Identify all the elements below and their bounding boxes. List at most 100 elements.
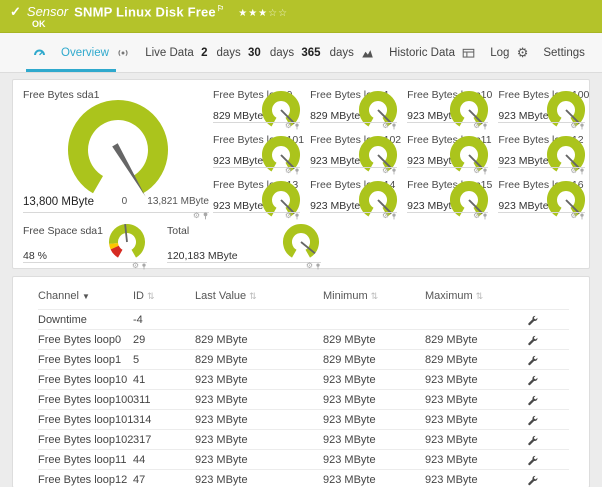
prtg-sensor-page: ✓ Sensor SNMP Linux Disk Free⚐ ★★★☆☆ OK … xyxy=(0,0,602,487)
gauge-tile[interactable]: Free Bytes loop12 923 MByte ⚙ xyxy=(498,131,589,175)
main-gauge-tile[interactable]: Free Bytes sda1 13,800 MByte 0 13,821 MB… xyxy=(23,86,213,220)
gauge-settings-icon[interactable]: ⚙ xyxy=(382,167,389,175)
wrench-icon[interactable] xyxy=(527,475,538,486)
channel-edit-cell[interactable] xyxy=(527,329,569,350)
channel-edit-cell[interactable] xyxy=(527,349,569,370)
column-header-channel[interactable]: Channel ▼ xyxy=(38,285,133,310)
gauge-tile[interactable]: Free Bytes loop0 829 MByte ⚙ xyxy=(213,86,304,130)
gauge-tile[interactable]: Free Bytes loop15 923 MByte ⚙ xyxy=(407,176,492,220)
gauge-settings-icon[interactable]: ⚙ xyxy=(382,122,389,130)
gauge-title: Free Bytes sda1 xyxy=(23,89,100,101)
gauge-pin-icon[interactable] xyxy=(141,262,147,270)
gauge-pin-icon[interactable] xyxy=(579,212,585,220)
gauge-pin-icon[interactable] xyxy=(315,262,321,270)
tab-365-days[interactable]: 365 days xyxy=(298,33,356,72)
gauge-tile[interactable]: Free Bytes loop102 923 MByte ⚙ xyxy=(310,131,401,175)
channel-edit-cell[interactable] xyxy=(527,369,569,390)
gauge-tile[interactable]: Free Bytes loop16 923 MByte ⚙ xyxy=(498,176,589,220)
gauge-tile[interactable]: Free Bytes loop14 923 MByte ⚙ xyxy=(310,176,401,220)
total-gauge-tile[interactable]: Total 120,183 MByte ⚙ xyxy=(167,222,325,270)
tab-30-days[interactable]: 30 days xyxy=(245,33,297,72)
cell-channel: Downtime xyxy=(38,309,133,330)
gauge-settings-icon[interactable]: ⚙ xyxy=(473,212,480,220)
cell-maximum: 923 MByte xyxy=(425,369,527,390)
gauge-pin-icon[interactable] xyxy=(391,167,397,175)
gauge-pin-icon[interactable] xyxy=(294,122,300,130)
gauge-pin-icon[interactable] xyxy=(482,212,488,220)
cell-id: -4 xyxy=(133,309,195,330)
gauge-pin-icon[interactable] xyxy=(391,122,397,130)
cell-minimum: 829 MByte xyxy=(323,349,425,370)
wrench-icon[interactable] xyxy=(527,455,538,466)
wrench-icon[interactable] xyxy=(527,395,538,406)
gauge-settings-icon[interactable]: ⚙ xyxy=(473,122,480,130)
wrench-icon[interactable] xyxy=(527,415,538,426)
flag-icon[interactable]: ⚐ xyxy=(217,4,224,13)
table-row[interactable]: Free Bytes loop1 5 829 MByte 829 MByte 8… xyxy=(38,349,569,370)
gauge-pin-icon[interactable] xyxy=(391,212,397,220)
channel-edit-cell[interactable] xyxy=(527,389,569,410)
gauge-tile[interactable]: Free Bytes loop10 923 MByte ⚙ xyxy=(407,86,492,130)
cell-last-value: 923 MByte xyxy=(195,469,323,487)
gauge-settings-icon[interactable]: ⚙ xyxy=(285,167,292,175)
channel-edit-cell[interactable] xyxy=(527,409,569,430)
tab-live-data[interactable]: Live Data xyxy=(113,33,197,72)
gauge-settings-icon[interactable]: ⚙ xyxy=(306,262,313,270)
tab-settings[interactable]: ⚙ Settings xyxy=(514,33,588,72)
gauge-tile[interactable]: Free Bytes loop13 923 MByte ⚙ xyxy=(213,176,304,220)
gauge-settings-icon[interactable]: ⚙ xyxy=(570,167,577,175)
gauge-pin-icon[interactable] xyxy=(294,212,300,220)
column-header-maximum[interactable]: Maximum ⇅ xyxy=(425,285,527,310)
wrench-icon[interactable] xyxy=(527,375,538,386)
priority-stars[interactable]: ★★★☆☆ xyxy=(238,8,288,19)
tab-overview[interactable]: Overview xyxy=(26,33,116,72)
gauge-settings-icon[interactable]: ⚙ xyxy=(473,167,480,175)
channel-edit-cell[interactable] xyxy=(527,429,569,450)
channel-edit-cell[interactable] xyxy=(527,449,569,470)
gauge-tile[interactable]: Free Bytes loop100 923 MByte ⚙ xyxy=(498,86,589,130)
gauge-tile[interactable]: Free Bytes loop101 923 MByte ⚙ xyxy=(213,131,304,175)
gauge-pin-icon[interactable] xyxy=(482,167,488,175)
gauge-value: 923 MByte xyxy=(310,200,361,212)
column-header-last-value[interactable]: Last Value ⇅ xyxy=(195,285,323,310)
tab-2-days[interactable]: 2 days xyxy=(198,33,244,72)
gauge-pin-icon[interactable] xyxy=(579,122,585,130)
gauge-settings-icon[interactable]: ⚙ xyxy=(285,212,292,220)
free-space-gauge-tile[interactable]: Free Space sda1 48 % ⚙ xyxy=(23,222,151,270)
gauge-settings-icon[interactable]: ⚙ xyxy=(570,212,577,220)
gauge-settings-icon[interactable]: ⚙ xyxy=(382,212,389,220)
wrench-icon[interactable] xyxy=(527,435,538,446)
channel-edit-cell[interactable] xyxy=(527,309,569,330)
table-row[interactable]: Free Bytes loop100 311 923 MByte 923 MBy… xyxy=(38,389,569,410)
status-badge: OK xyxy=(32,19,46,30)
gauge-settings-icon[interactable]: ⚙ xyxy=(570,122,577,130)
cell-maximum: 923 MByte xyxy=(425,389,527,410)
gauge-settings-icon[interactable]: ⚙ xyxy=(193,212,200,220)
column-header-minimum[interactable]: Minimum ⇅ xyxy=(323,285,425,310)
gauge-settings-icon[interactable]: ⚙ xyxy=(132,262,139,270)
cell-last-value: 923 MByte xyxy=(195,429,323,450)
gauge-pin-icon[interactable] xyxy=(579,167,585,175)
gauge-pin-icon[interactable] xyxy=(202,212,209,220)
gauge-pin-icon[interactable] xyxy=(294,167,300,175)
wrench-icon[interactable] xyxy=(527,335,538,346)
gauge-tile[interactable]: Free Bytes loop11 923 MByte ⚙ xyxy=(407,131,492,175)
wrench-icon[interactable] xyxy=(527,315,538,326)
table-row[interactable]: Free Bytes loop12 47 923 MByte 923 MByte… xyxy=(38,469,569,487)
historic-chart-icon xyxy=(362,49,373,57)
table-row[interactable]: Free Bytes loop102 317 923 MByte 923 MBy… xyxy=(38,429,569,450)
column-header-id[interactable]: ID ⇅ xyxy=(133,285,195,310)
sensor-title: SNMP Linux Disk Free⚐ xyxy=(74,4,225,20)
tab-log[interactable]: Log xyxy=(459,33,512,72)
gauge-settings-icon[interactable]: ⚙ xyxy=(285,122,292,130)
channel-edit-cell[interactable] xyxy=(527,469,569,487)
table-row[interactable]: Free Bytes loop10 41 923 MByte 923 MByte… xyxy=(38,369,569,390)
gauge-pin-icon[interactable] xyxy=(482,122,488,130)
tab-historic-data[interactable]: Historic Data xyxy=(358,33,458,72)
wrench-icon[interactable] xyxy=(527,355,538,366)
table-row[interactable]: Free Bytes loop101 314 923 MByte 923 MBy… xyxy=(38,409,569,430)
gauge-tile[interactable]: Free Bytes loop1 829 MByte ⚙ xyxy=(310,86,401,130)
table-row[interactable]: Free Bytes loop11 44 923 MByte 923 MByte… xyxy=(38,449,569,470)
table-row[interactable]: Free Bytes loop0 29 829 MByte 829 MByte … xyxy=(38,329,569,350)
table-row[interactable]: Downtime -4 xyxy=(38,309,569,330)
